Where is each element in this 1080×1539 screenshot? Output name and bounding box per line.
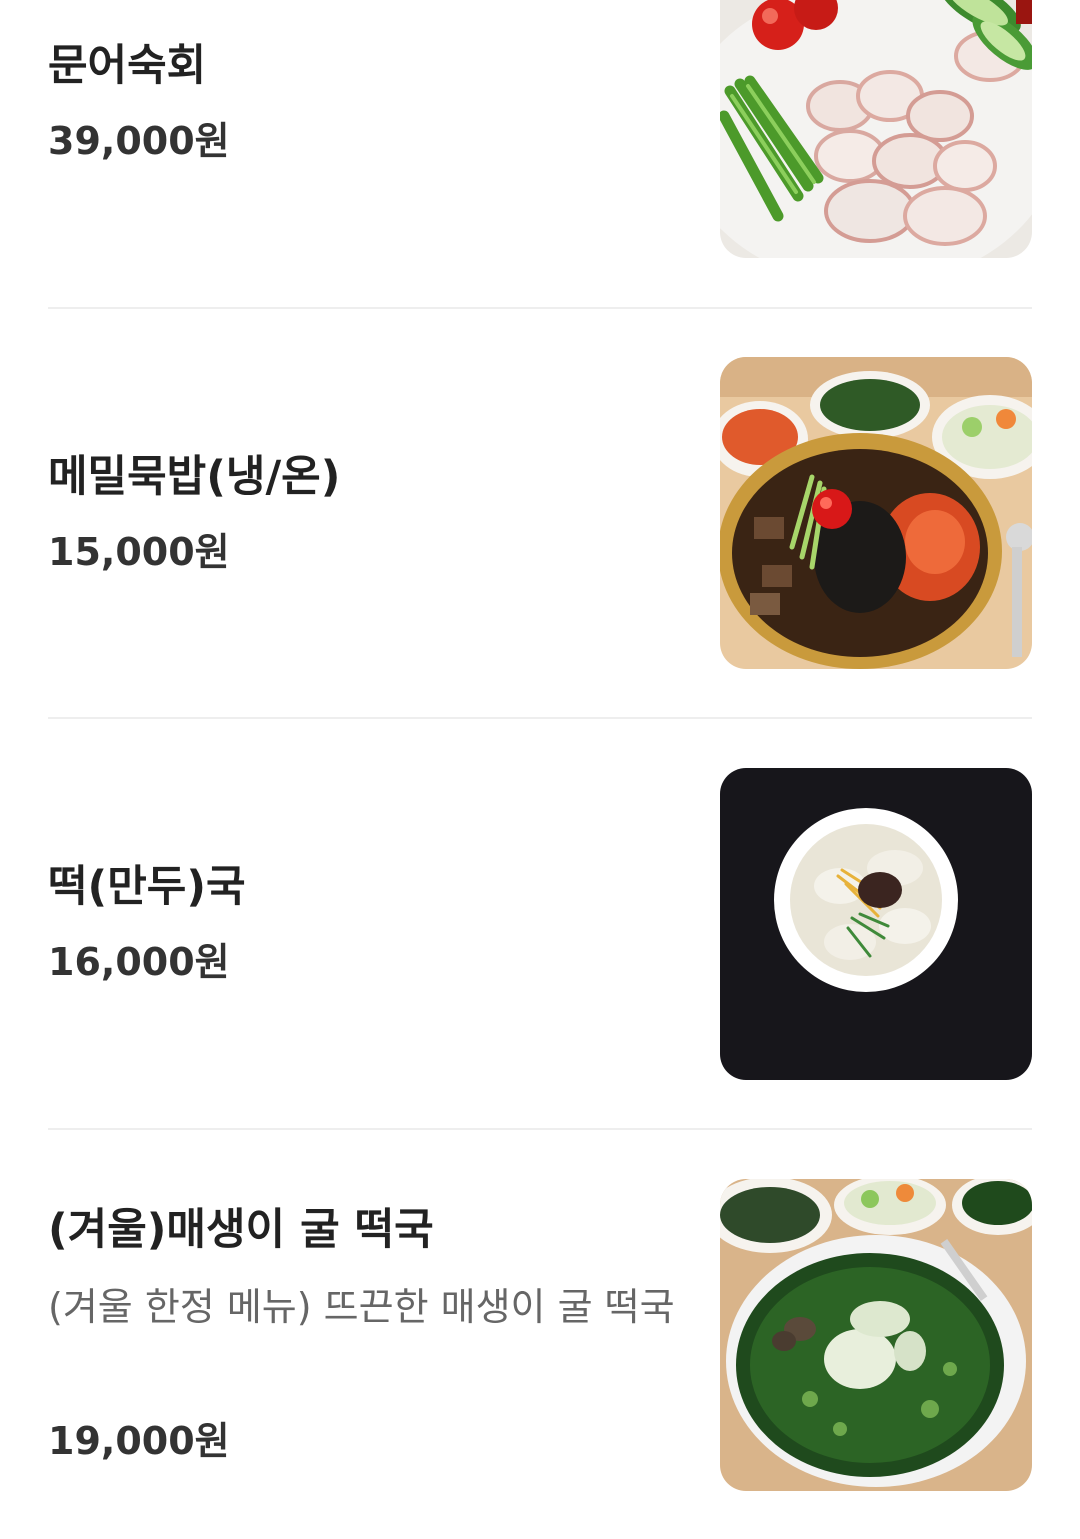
menu-item-name: 메밀묵밥(냉/온) (48, 452, 341, 502)
menu-item-name: (겨울)매생이 굴 떡국 (48, 1205, 434, 1255)
menu-item-description: (겨울 한정 메뉴) 뜨끈한 매생이 굴 떡국 (48, 1285, 675, 1329)
menu-item-photo[interactable] (720, 1179, 1032, 1491)
menu-item-buckwheat-jelly-rice[interactable]: 메밀묵밥(냉/온) 15,000원 (48, 356, 1032, 669)
menu-item-rice-cake-dumpling-soup[interactable]: 떡(만두)국 16,000원 (48, 767, 1032, 1080)
seaweed-oyster-rice-cake-soup-photo (720, 1179, 1032, 1491)
rice-cake-dumpling-soup-photo (720, 768, 1032, 1080)
menu-item-price: 19,000원 (48, 1419, 230, 1463)
menu-item-seaweed-oyster-rice-cake-soup[interactable]: (겨울)매생이 굴 떡국 (겨울 한정 메뉴) 뜨끈한 매생이 굴 떡국 19,… (48, 1178, 1032, 1491)
menu-list: 문어숙회 39,000원 메밀묵밥(냉/온) 15,000원 떡(만두)국 16… (0, 0, 1080, 1539)
buckwheat-jelly-rice-bowl-photo (720, 357, 1032, 669)
menu-item-price: 16,000원 (48, 940, 230, 984)
menu-item-octopus[interactable]: 문어숙회 39,000원 (48, 0, 1032, 258)
menu-item-name: 문어숙회 (48, 41, 207, 91)
menu-item-photo[interactable] (720, 0, 1032, 258)
menu-item-photo[interactable] (720, 768, 1032, 1080)
menu-item-photo[interactable] (720, 357, 1032, 669)
menu-item-price: 15,000원 (48, 530, 230, 574)
divider (48, 307, 1032, 309)
menu-item-price: 39,000원 (48, 119, 230, 163)
divider (48, 1128, 1032, 1130)
menu-item-name: 떡(만두)국 (48, 862, 246, 912)
boiled-octopus-photo (720, 0, 1032, 258)
divider (48, 717, 1032, 719)
